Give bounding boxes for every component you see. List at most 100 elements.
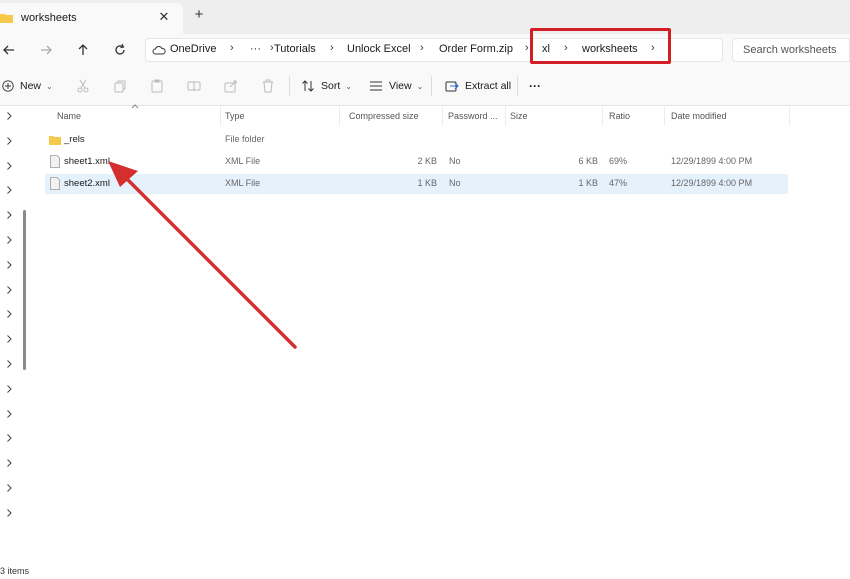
extract-all-button[interactable]: Extract all bbox=[445, 78, 511, 94]
file-password: No bbox=[449, 178, 461, 188]
list-item-sheet1[interactable]: sheet1.xml XML File 2 KB No 6 KB 69% 12/… bbox=[45, 152, 788, 172]
toolbar-divider bbox=[517, 76, 518, 96]
chevron-right-icon[interactable]: › bbox=[330, 42, 334, 54]
search-input[interactable]: Search worksheets bbox=[732, 38, 850, 62]
chevron-right-icon[interactable]: › bbox=[420, 42, 424, 54]
column-compressed-size[interactable]: Compressed size bbox=[349, 111, 419, 121]
chevron-right-icon[interactable] bbox=[4, 309, 14, 319]
rename-icon[interactable] bbox=[186, 78, 202, 94]
chevron-right-icon[interactable] bbox=[4, 235, 14, 245]
file-size: 6 KB bbox=[578, 156, 598, 166]
file-size: 1 KB bbox=[578, 178, 598, 188]
breadcrumb-order-form[interactable]: Order Form.zip bbox=[439, 43, 513, 55]
tab-strip: worksheets ✕ + bbox=[0, 0, 850, 34]
delete-icon[interactable] bbox=[260, 78, 276, 94]
forward-icon[interactable] bbox=[37, 41, 55, 59]
new-tab-icon[interactable]: + bbox=[192, 7, 206, 22]
file-name: sheet2.xml bbox=[64, 178, 110, 189]
breadcrumb-tutorials[interactable]: Tutorials bbox=[274, 43, 316, 55]
refresh-icon[interactable] bbox=[111, 41, 129, 59]
chevron-right-icon[interactable]: › bbox=[525, 42, 529, 54]
chevron-right-icon[interactable] bbox=[4, 285, 14, 295]
file-type: XML File bbox=[225, 178, 261, 188]
nav-scrollbar[interactable] bbox=[23, 210, 26, 370]
chevron-right-icon[interactable] bbox=[4, 483, 14, 493]
xml-file-icon bbox=[50, 155, 60, 168]
breadcrumb-unlock-excel[interactable]: Unlock Excel bbox=[347, 43, 411, 55]
chevron-down-icon: ⌄ bbox=[46, 81, 53, 91]
file-compressed-size: 2 KB bbox=[417, 156, 437, 166]
file-ratio: 47% bbox=[609, 178, 628, 188]
column-size[interactable]: Size bbox=[510, 111, 528, 121]
chevron-right-icon[interactable] bbox=[4, 185, 14, 195]
column-divider bbox=[220, 106, 221, 126]
up-icon[interactable] bbox=[74, 41, 92, 59]
chevron-right-icon[interactable] bbox=[4, 136, 14, 146]
share-icon[interactable] bbox=[223, 78, 239, 94]
chevron-right-icon[interactable] bbox=[4, 210, 14, 220]
list-item-rels[interactable]: _rels File folder bbox=[45, 130, 788, 150]
file-name: sheet1.xml bbox=[64, 156, 110, 167]
chevron-right-icon[interactable]: › bbox=[230, 42, 234, 54]
plus-circle-icon bbox=[2, 80, 14, 92]
chevron-down-icon: ⌄ bbox=[345, 81, 352, 91]
breadcrumb-overflow[interactable]: ··· bbox=[250, 43, 261, 55]
chevron-right-icon[interactable] bbox=[4, 508, 14, 518]
column-date-modified[interactable]: Date modified bbox=[671, 111, 727, 121]
file-ratio: 69% bbox=[609, 156, 628, 166]
column-header-row: Name Type Compressed size Password ... S… bbox=[45, 104, 790, 126]
new-label: New bbox=[20, 80, 42, 92]
file-type: File folder bbox=[225, 134, 265, 144]
list-item-sheet2[interactable]: sheet2.xml XML File 1 KB No 1 KB 47% 12/… bbox=[45, 174, 788, 194]
sort-icon bbox=[302, 80, 314, 92]
file-name: _rels bbox=[64, 134, 85, 145]
extract-icon bbox=[445, 81, 459, 92]
column-divider bbox=[789, 106, 790, 126]
toolbar-divider bbox=[289, 76, 290, 96]
chevron-right-icon[interactable] bbox=[4, 433, 14, 443]
extract-all-label: Extract all bbox=[465, 80, 512, 92]
file-date-modified: 12/29/1899 4:00 PM bbox=[671, 178, 753, 188]
chevron-right-icon[interactable] bbox=[4, 458, 14, 468]
search-placeholder: Search worksheets bbox=[743, 44, 837, 56]
paste-icon[interactable] bbox=[149, 78, 165, 94]
chevron-right-icon[interactable] bbox=[4, 334, 14, 344]
view-label: View bbox=[389, 80, 412, 92]
highlight-box bbox=[530, 28, 671, 64]
back-icon[interactable] bbox=[0, 41, 18, 59]
sort-button[interactable]: Sort ⌄ bbox=[301, 78, 352, 94]
chevron-right-icon[interactable] bbox=[4, 161, 14, 171]
chevron-right-icon[interactable] bbox=[4, 111, 14, 121]
chevron-right-icon[interactable] bbox=[4, 260, 14, 270]
chevron-right-icon[interactable] bbox=[4, 359, 14, 369]
column-divider bbox=[664, 106, 665, 126]
tab-worksheets[interactable]: worksheets ✕ bbox=[0, 3, 183, 34]
folder-icon bbox=[49, 136, 61, 145]
column-type[interactable]: Type bbox=[225, 111, 245, 121]
view-button[interactable]: View ⌄ bbox=[369, 78, 423, 94]
column-name[interactable]: Name bbox=[57, 111, 81, 121]
column-ratio[interactable]: Ratio bbox=[609, 111, 630, 121]
breadcrumb-onedrive[interactable]: OneDrive bbox=[170, 43, 216, 55]
file-compressed-size: 1 KB bbox=[417, 178, 437, 188]
cut-icon[interactable] bbox=[75, 78, 91, 94]
copy-icon[interactable] bbox=[112, 78, 128, 94]
chevron-right-icon[interactable] bbox=[4, 409, 14, 419]
toolbar-divider bbox=[431, 76, 432, 96]
new-button[interactable]: New ⌄ bbox=[2, 78, 53, 94]
address-row: OneDrive › ··· › Tutorials › Unlock Exce… bbox=[0, 34, 850, 66]
file-date-modified: 12/29/1899 4:00 PM bbox=[671, 156, 753, 166]
chevron-right-icon[interactable] bbox=[4, 384, 14, 394]
sort-label: Sort bbox=[321, 80, 341, 92]
sort-indicator-icon bbox=[131, 104, 139, 109]
more-options-icon[interactable]: ··· bbox=[529, 78, 541, 94]
file-type: XML File bbox=[225, 156, 261, 166]
tab-title: worksheets bbox=[21, 12, 77, 24]
column-divider bbox=[339, 106, 340, 126]
chevron-down-icon: ⌄ bbox=[416, 81, 424, 91]
column-divider bbox=[442, 106, 443, 126]
column-password[interactable]: Password ... bbox=[448, 111, 498, 121]
close-icon[interactable]: ✕ bbox=[157, 10, 171, 24]
status-item-count: 3 items bbox=[0, 566, 30, 576]
xml-file-icon bbox=[50, 177, 60, 190]
